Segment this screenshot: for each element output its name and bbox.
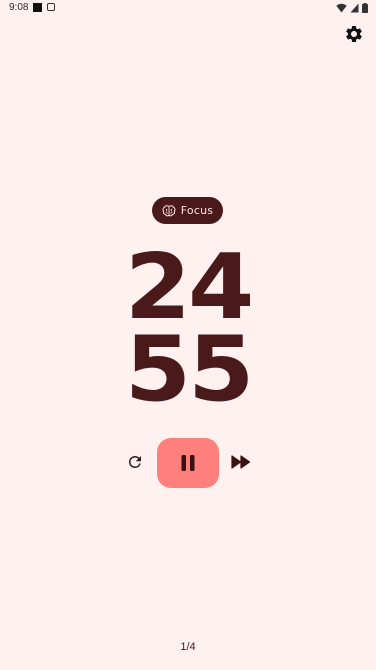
- status-bar: 9:08: [0, 0, 376, 16]
- gear-icon: [346, 25, 362, 42]
- brain-icon: [162, 204, 176, 217]
- status-time: 9:08: [9, 2, 29, 13]
- fast-forward-icon: [231, 455, 251, 469]
- timer-screen: 9:08 Focus 24 55 1/4: [0, 0, 376, 670]
- reset-icon: [129, 456, 141, 468]
- app-notification-icon: [47, 3, 55, 11]
- cellular-icon: [350, 3, 359, 13]
- status-icons: [336, 3, 368, 13]
- reset-button[interactable]: [124, 451, 146, 473]
- page-indicator: 1/4: [180, 641, 196, 653]
- wifi-icon: [336, 3, 347, 13]
- seconds-value: 55: [124, 317, 255, 422]
- timer-seconds: 55: [0, 317, 376, 422]
- pause-icon: [181, 455, 195, 471]
- pause-button[interactable]: [157, 438, 219, 488]
- battery-icon: [362, 3, 368, 13]
- skip-button[interactable]: [230, 451, 252, 473]
- mode-label: Focus: [180, 204, 214, 217]
- settings-button[interactable]: [343, 23, 365, 45]
- notification-square-icon: [33, 3, 42, 12]
- focus-mode-chip[interactable]: Focus: [152, 197, 223, 224]
